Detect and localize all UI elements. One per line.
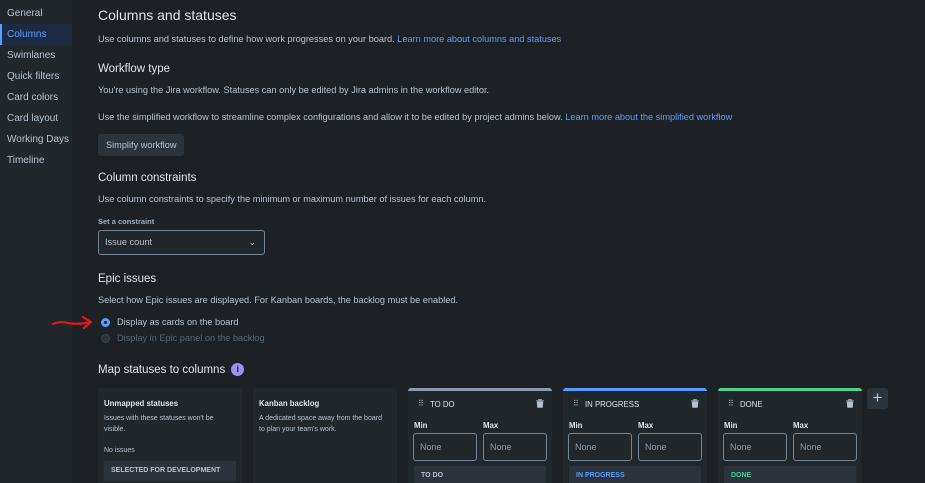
- sidebar-item-quick-filters[interactable]: Quick filters: [0, 66, 72, 87]
- sidebar-item-working-days[interactable]: Working Days: [0, 129, 72, 150]
- drag-handle-icon[interactable]: ⠿: [573, 399, 579, 408]
- epic-issues-desc: Select how Epic issues are displayed. Fo…: [98, 295, 459, 305]
- min-label: Min: [414, 421, 428, 430]
- unmapped-desc: Issues with these statuses won't be visi…: [104, 415, 214, 433]
- annotation-arrow-icon: [51, 315, 93, 330]
- drag-handle-icon[interactable]: ⠿: [728, 399, 734, 408]
- settings-sidebar: General Columns Swimlanes Quick filters …: [0, 0, 72, 483]
- board-column-in-progress[interactable]: ⠿ IN PROGRESS Min Max None None IN PROGR…: [563, 388, 707, 483]
- max-label: Max: [793, 421, 809, 430]
- page-description: Use columns and statuses to define how w…: [98, 34, 561, 44]
- sidebar-item-columns[interactable]: Columns: [0, 24, 72, 45]
- chevron-down-icon: ⌄: [248, 237, 256, 247]
- sidebar-item-timeline[interactable]: Timeline: [0, 150, 72, 171]
- status-label: TO DO: [421, 472, 444, 479]
- min-input[interactable]: None: [723, 433, 787, 461]
- column-name[interactable]: TO DO: [430, 400, 455, 409]
- drag-handle-icon[interactable]: ⠿: [418, 399, 424, 408]
- min-input[interactable]: None: [413, 433, 477, 461]
- column-constraints-desc: Use column constraints to specify the mi…: [98, 194, 487, 204]
- column-color-bar: [718, 388, 862, 391]
- learn-more-columns-link[interactable]: Learn more about columns and statuses: [397, 34, 561, 44]
- kanban-backlog-column: Kanban backlog A dedicated space away fr…: [253, 388, 397, 483]
- workflow-simplify-desc: Use the simplified workflow to streamlin…: [98, 112, 563, 122]
- backlog-desc: A dedicated space away from the board to…: [259, 415, 382, 433]
- status-card-done[interactable]: DONE: [724, 466, 856, 483]
- sidebar-item-swimlanes[interactable]: Swimlanes: [0, 45, 72, 66]
- info-icon[interactable]: i: [231, 363, 245, 376]
- unmapped-statuses-column: Unmapped statuses Issues with these stat…: [98, 388, 242, 483]
- min-input[interactable]: None: [568, 433, 632, 461]
- epic-option-panel[interactable]: Display in Epic panel on the backlog: [98, 332, 265, 344]
- max-input[interactable]: None: [793, 433, 857, 461]
- unmapped-title: Unmapped statuses: [104, 399, 179, 408]
- epic-option-cards[interactable]: Display as cards on the board: [98, 316, 239, 328]
- column-name[interactable]: DONE: [740, 400, 763, 409]
- column-color-bar: [563, 388, 707, 391]
- trash-icon[interactable]: [846, 399, 854, 408]
- backlog-title: Kanban backlog: [259, 399, 320, 408]
- learn-more-simplified-link[interactable]: Learn more about the simplified workflow: [565, 112, 732, 122]
- epic-option-cards-label: Display as cards on the board: [117, 317, 239, 327]
- epic-option-panel-label: Display in Epic panel on the backlog: [117, 333, 265, 343]
- page-title: Columns and statuses: [98, 7, 237, 23]
- constraint-select-value: Issue count: [105, 237, 152, 247]
- constraint-select-label: Set a constraint: [98, 217, 155, 226]
- simplify-workflow-button[interactable]: Simplify workflow: [98, 134, 185, 156]
- max-label: Max: [638, 421, 654, 430]
- constraint-select[interactable]: Issue count ⌄: [98, 230, 265, 255]
- max-label: Max: [483, 421, 499, 430]
- sidebar-item-card-colors[interactable]: Card colors: [0, 87, 72, 108]
- map-statuses-title: Map statuses to columns: [98, 363, 226, 376]
- epic-issues-heading: Epic issues: [98, 273, 157, 285]
- column-constraints-heading: Column constraints: [98, 172, 197, 184]
- trash-icon[interactable]: [536, 399, 544, 408]
- workflow-info-text: You're using the Jira workflow. Statuses…: [98, 85, 490, 95]
- radio-disabled-icon[interactable]: [101, 333, 110, 343]
- max-input[interactable]: None: [483, 433, 547, 461]
- page-description-text: Use columns and statuses to define how w…: [98, 34, 395, 44]
- status-label: SELECTED FOR DEVELOPMENT: [111, 467, 221, 474]
- max-input[interactable]: None: [638, 433, 702, 461]
- map-statuses-heading: Map statuses to columns i: [98, 363, 245, 376]
- add-column-button[interactable]: +: [867, 388, 888, 409]
- sidebar-item-card-layout[interactable]: Card layout: [0, 108, 72, 129]
- board-column-done[interactable]: ⠿ DONE Min Max None None DONE: [718, 388, 862, 483]
- status-label: DONE: [731, 472, 752, 479]
- status-card-selected-for-development[interactable]: SELECTED FOR DEVELOPMENT: [104, 461, 236, 481]
- min-label: Min: [569, 421, 583, 430]
- board-column-todo[interactable]: ⠿ TO DO Min Max None None TO DO: [408, 388, 552, 483]
- status-card-todo[interactable]: TO DO: [414, 466, 546, 483]
- status-label: IN PROGRESS: [576, 472, 625, 479]
- min-label: Min: [724, 421, 738, 430]
- column-name[interactable]: IN PROGRESS: [585, 400, 639, 409]
- board-settings-page: General Columns Swimlanes Quick filters …: [0, 0, 925, 483]
- column-color-bar: [408, 388, 552, 391]
- sidebar-item-general[interactable]: General: [0, 3, 72, 24]
- status-card-in-progress[interactable]: IN PROGRESS: [569, 466, 701, 483]
- workflow-simplify-text: Use the simplified workflow to streamlin…: [98, 112, 732, 122]
- radio-selected-icon[interactable]: [101, 317, 110, 327]
- workflow-type-heading: Workflow type: [98, 63, 171, 75]
- unmapped-no-issues: No issues: [104, 447, 135, 454]
- trash-icon[interactable]: [691, 399, 699, 408]
